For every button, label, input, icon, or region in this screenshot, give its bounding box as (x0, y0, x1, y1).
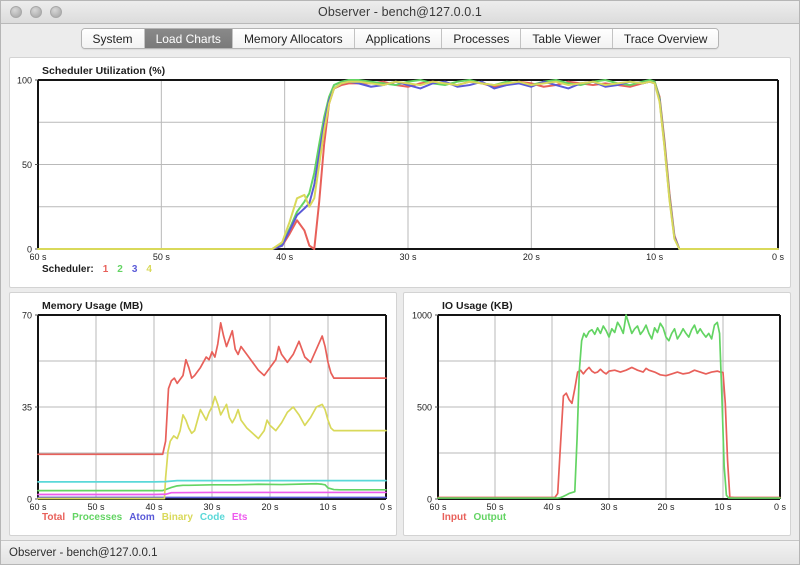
svg-text:40 s: 40 s (145, 502, 163, 512)
svg-text:0 s: 0 s (380, 502, 393, 512)
svg-text:35: 35 (22, 403, 32, 413)
legend-item-input[interactable]: Input (442, 512, 466, 523)
svg-text:70: 70 (22, 311, 32, 321)
memory-usage-chart-legend: Total Processes Atom Binary Code Ets (42, 512, 254, 523)
svg-text:10 s: 10 s (646, 252, 664, 262)
observer-window: Observer - bench@127.0.0.1 System Load Ch… (0, 0, 800, 565)
legend-item-4[interactable]: 4 (146, 264, 152, 275)
svg-text:50 s: 50 s (87, 502, 105, 512)
tab-memory-allocators[interactable]: Memory Allocators (232, 29, 355, 48)
svg-text:100: 100 (17, 76, 32, 86)
legend-item-total[interactable]: Total (42, 512, 65, 523)
svg-text:40 s: 40 s (276, 252, 294, 262)
legend-item-atom[interactable]: Atom (129, 512, 155, 523)
svg-text:60 s: 60 s (429, 502, 447, 512)
scheduler-utilization-chart-plot: 05010060 s 50 s 40 s 30 s 20 s 10 s0 s (17, 76, 785, 263)
window-titlebar: Observer - bench@127.0.0.1 (1, 1, 799, 24)
window-title: Observer - bench@127.0.0.1 (318, 5, 482, 19)
legend-item-3[interactable]: 3 (132, 264, 138, 275)
legend-item-output[interactable]: Output (473, 512, 506, 523)
svg-text:10 s: 10 s (714, 502, 732, 512)
svg-text:30 s: 30 s (600, 502, 618, 512)
legend-item-binary[interactable]: Binary (162, 512, 193, 523)
io-usage-chart-legend: Input Output (442, 512, 513, 523)
memory-usage-panel: Memory Usage (MB) 0 35 70 60 s 50 s 40 s 30 s 20… (9, 292, 397, 536)
svg-text:10 s: 10 s (319, 502, 337, 512)
bottom-charts-row: Memory Usage (MB) 0 35 70 60 s 50 s 40 s 30 s 20… (9, 292, 791, 536)
legend-item-1[interactable]: 1 (103, 264, 109, 275)
tab-table-viewer[interactable]: Table Viewer (521, 29, 613, 48)
legend-item-2[interactable]: 2 (117, 264, 123, 275)
svg-text:50: 50 (22, 160, 32, 170)
tab-system[interactable]: System (81, 29, 145, 48)
svg-text:20 s: 20 s (523, 252, 541, 262)
svg-text:500: 500 (417, 403, 432, 413)
legend-item-code[interactable]: Code (200, 512, 225, 523)
charts-content: Scheduler Utilization (%) 0 50 100 60 s 50 s4… (1, 53, 799, 540)
tab-processes[interactable]: Processes (442, 29, 522, 48)
svg-text:30 s: 30 s (399, 252, 417, 262)
svg-text:50 s: 50 s (486, 502, 504, 512)
legend-item-ets[interactable]: Ets (232, 512, 248, 523)
status-text: Observer - bench@127.0.0.1 (9, 546, 158, 559)
legend-title: Scheduler: (42, 264, 94, 275)
svg-text:20 s: 20 s (657, 502, 675, 512)
svg-text:20 s: 20 s (261, 502, 279, 512)
tab-trace-overview[interactable]: Trace Overview (612, 29, 719, 48)
legend-item-processes[interactable]: Processes (72, 512, 122, 523)
svg-text:30 s: 30 s (203, 502, 221, 512)
svg-text:40 s: 40 s (543, 502, 561, 512)
svg-text:50 s: 50 s (153, 252, 171, 262)
tab-applications[interactable]: Applications (354, 29, 443, 48)
tab-bar: System Load Charts Memory Allocators Applic… (1, 24, 799, 53)
tab-load-charts[interactable]: Load Charts (144, 29, 233, 48)
svg-text:0 s: 0 s (772, 252, 785, 262)
io-usage-panel: IO Usage (KB) 0 500 1000 60 s 50 s 40 s 30 s 20 … (403, 292, 791, 536)
svg-text:60 s: 60 s (29, 252, 47, 262)
status-bar: Observer - bench@127.0.0.1 (1, 540, 799, 564)
svg-text:60 s: 60 s (29, 502, 47, 512)
io-usage-chart-plot: 0500100060 s 50 s 40 s 30 s 20 s 10 s0 s (412, 311, 787, 513)
svg-text:0 s: 0 s (774, 502, 787, 512)
scheduler-utilization-panel: Scheduler Utilization (%) 0 50 100 60 s 50 s4… (9, 57, 791, 288)
svg-text:1000: 1000 (412, 311, 432, 321)
memory-usage-chart-plot: 0357060 s 50 s 40 s 30 s 20 s 10 s0 s (22, 311, 393, 513)
tab-group: System Load Charts Memory Allocators Applic… (80, 28, 720, 49)
scheduler-utilization-chart-legend: Scheduler: 1 2 3 4 (42, 264, 161, 275)
